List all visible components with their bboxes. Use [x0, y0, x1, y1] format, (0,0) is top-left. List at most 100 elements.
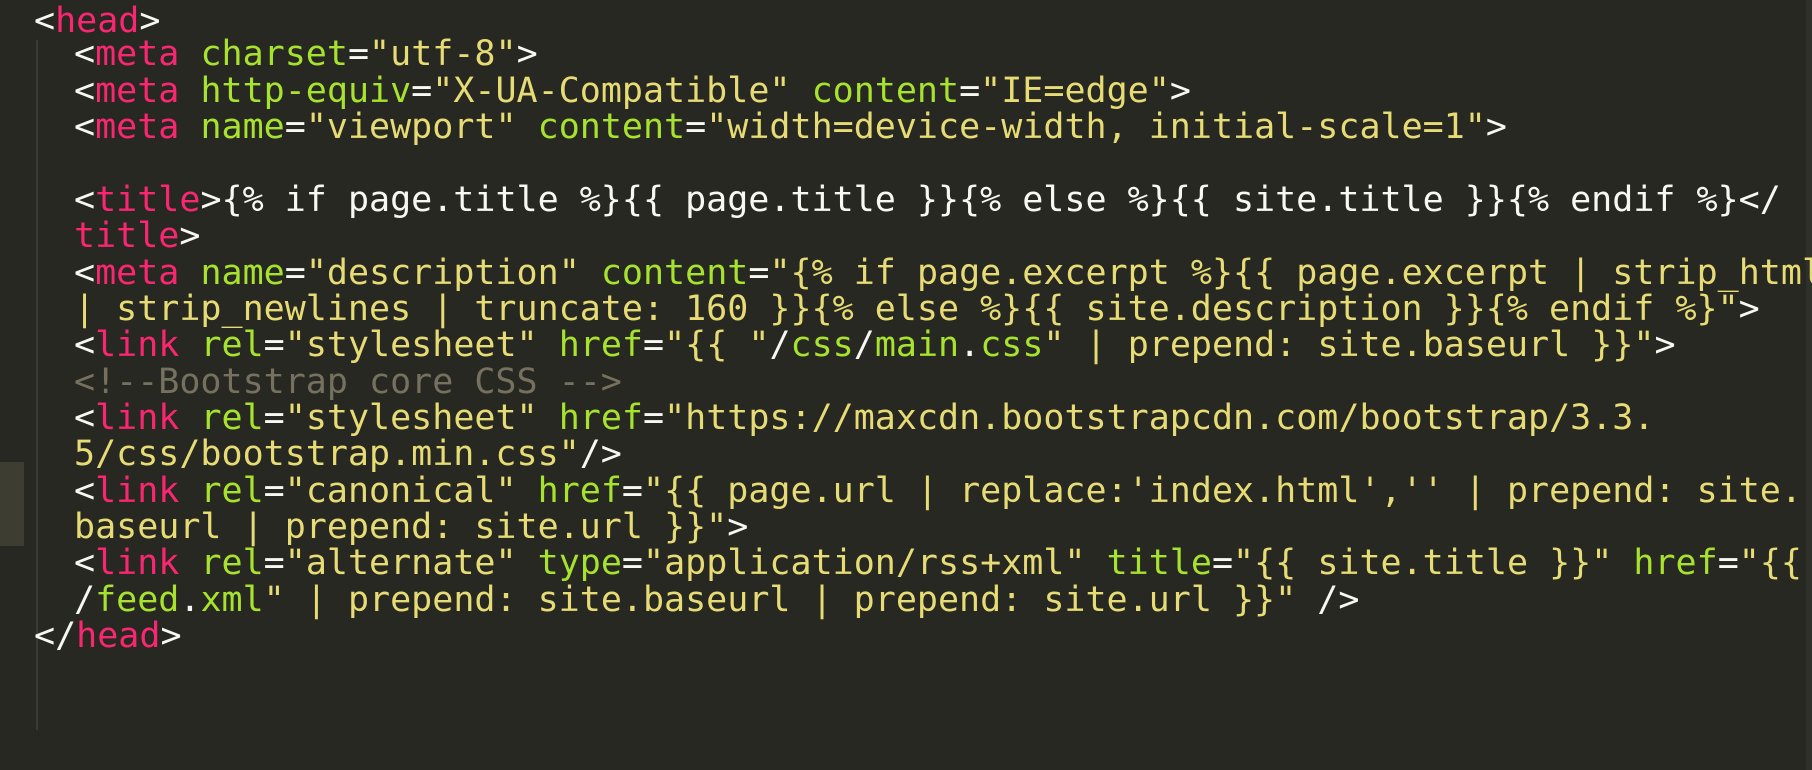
code-line[interactable]: title>	[0, 215, 200, 257]
attribute-token: href	[1633, 543, 1718, 583]
punctuation-token: =	[1717, 543, 1739, 583]
punctuation-token: >	[1738, 289, 1760, 329]
attribute-token: rel	[200, 325, 264, 365]
punctuation-token: <	[74, 180, 96, 220]
punctuation-token	[179, 107, 200, 147]
punctuation-token	[517, 107, 538, 147]
punctuation-token: <	[74, 325, 96, 365]
code-line[interactable]: <link rel="alternate" type="application/…	[0, 542, 1812, 584]
punctuation-token	[538, 325, 559, 365]
code-line[interactable]: <link rel="stylesheet" href="{{ "/css/ma…	[0, 324, 1676, 366]
tag-token: title	[95, 180, 201, 220]
string-token: "alternate"	[284, 543, 517, 583]
attribute-token: charset	[200, 34, 348, 74]
code-line[interactable]: /feed.xml" | prepend: site.baseurl | pre…	[0, 579, 1359, 621]
tag-token: title	[74, 216, 180, 256]
attribute-token: type	[537, 543, 622, 583]
string-token: "canonical"	[284, 471, 517, 511]
punctuation-token: =	[411, 71, 433, 111]
punctuation-token: />	[1296, 580, 1360, 620]
code-editor[interactable]: <head> <meta charset="utf-8"> <meta http…	[0, 0, 1812, 770]
attribute-token: content	[811, 71, 960, 111]
string-token: "{{ "	[1738, 543, 1802, 583]
tag-token: head	[76, 616, 161, 656]
punctuation-token	[1612, 543, 1633, 583]
punctuation-token: =	[263, 398, 285, 438]
punctuation-token: =	[643, 325, 665, 365]
punctuation-token: .	[179, 580, 201, 620]
punctuation-token	[179, 325, 200, 365]
punctuation-token: =	[284, 107, 306, 147]
attribute-token: feed	[95, 580, 180, 620]
punctuation-token: >	[1169, 71, 1191, 111]
string-token: "utf-8"	[369, 34, 517, 74]
punctuation-token: /	[74, 580, 96, 620]
code-line[interactable]: <meta name="viewport" content="width=dev…	[0, 106, 1507, 148]
punctuation-token: </	[34, 616, 77, 656]
attribute-token: http-equiv	[200, 71, 412, 111]
attribute-token: rel	[200, 543, 264, 583]
punctuation-token: >	[727, 507, 749, 547]
attribute-token: content	[600, 253, 749, 293]
punctuation-token	[517, 543, 538, 583]
punctuation-token	[179, 71, 200, 111]
code-line[interactable]: <meta charset="utf-8">	[0, 33, 538, 75]
punctuation-token: =	[263, 543, 285, 583]
string-token: "{{ "	[664, 325, 770, 365]
punctuation-token	[517, 471, 538, 511]
code-line[interactable]: </head>	[0, 615, 182, 657]
punctuation-token: =	[621, 543, 643, 583]
attribute-token: href	[558, 398, 643, 438]
punctuation-token: <	[74, 543, 96, 583]
punctuation-token: <	[74, 107, 96, 147]
punctuation-token	[179, 543, 200, 583]
punctuation-token: /	[853, 325, 875, 365]
attribute-token: name	[200, 107, 285, 147]
comment-token: <!--Bootstrap core CSS -->	[74, 362, 622, 402]
string-token: "application/rss+xml"	[643, 543, 1086, 583]
tag-token: meta	[95, 71, 180, 111]
punctuation-token: =	[643, 398, 665, 438]
punctuation-token	[1086, 543, 1107, 583]
punctuation-token: =	[748, 253, 770, 293]
tag-token: meta	[95, 34, 180, 74]
string-token: " | prepend: site.baseurl }}"	[1043, 325, 1655, 365]
punctuation-token: <	[74, 34, 96, 74]
attribute-token: main	[874, 325, 960, 365]
punctuation-token	[179, 34, 200, 74]
punctuation-token	[790, 71, 811, 111]
punctuation-token: =	[347, 34, 370, 74]
string-token: "X-UA-Compatible"	[432, 71, 791, 111]
punctuation-token: >	[516, 34, 538, 74]
string-token: "https://maxcdn.bootstrapcdn.com/bootstr…	[664, 398, 1655, 438]
scrollbar[interactable]	[1806, 0, 1812, 770]
string-token: "{{ page.url | replace:'index.html','' |…	[643, 471, 1802, 511]
punctuation-token: .	[959, 325, 981, 365]
attribute-token: css	[790, 325, 854, 365]
attribute-token: name	[200, 253, 285, 293]
punctuation-token: >{% if page.title %}{{ page.title }}{% e…	[200, 180, 1781, 220]
punctuation-token: <	[74, 471, 96, 511]
punctuation-token: =	[685, 107, 707, 147]
tag-token: link	[95, 471, 180, 511]
punctuation-token	[538, 398, 559, 438]
string-token: "stylesheet"	[284, 398, 538, 438]
code-line[interactable]: 5/css/bootstrap.min.css"/>	[0, 433, 622, 475]
punctuation-token: =	[621, 471, 643, 511]
punctuation-token	[179, 471, 200, 511]
string-token: | strip_newlines | truncate: 160 }}{% el…	[74, 289, 1739, 329]
tag-token: meta	[95, 253, 180, 293]
tag-token: link	[95, 325, 180, 365]
punctuation-token: =	[263, 325, 285, 365]
string-token: "description"	[305, 253, 580, 293]
string-token: "width=device-width, initial-scale=1"	[706, 107, 1486, 147]
string-token: "IE=edge"	[980, 71, 1170, 111]
punctuation-token: <	[74, 253, 96, 293]
attribute-token: css	[980, 325, 1044, 365]
code-line[interactable]: <title>{% if page.title %}{{ page.title …	[0, 179, 1781, 221]
tag-token: meta	[95, 107, 180, 147]
punctuation-token: >	[1485, 107, 1507, 147]
punctuation-token	[179, 398, 200, 438]
punctuation-token: /	[769, 325, 791, 365]
punctuation-token: >	[1654, 325, 1676, 365]
